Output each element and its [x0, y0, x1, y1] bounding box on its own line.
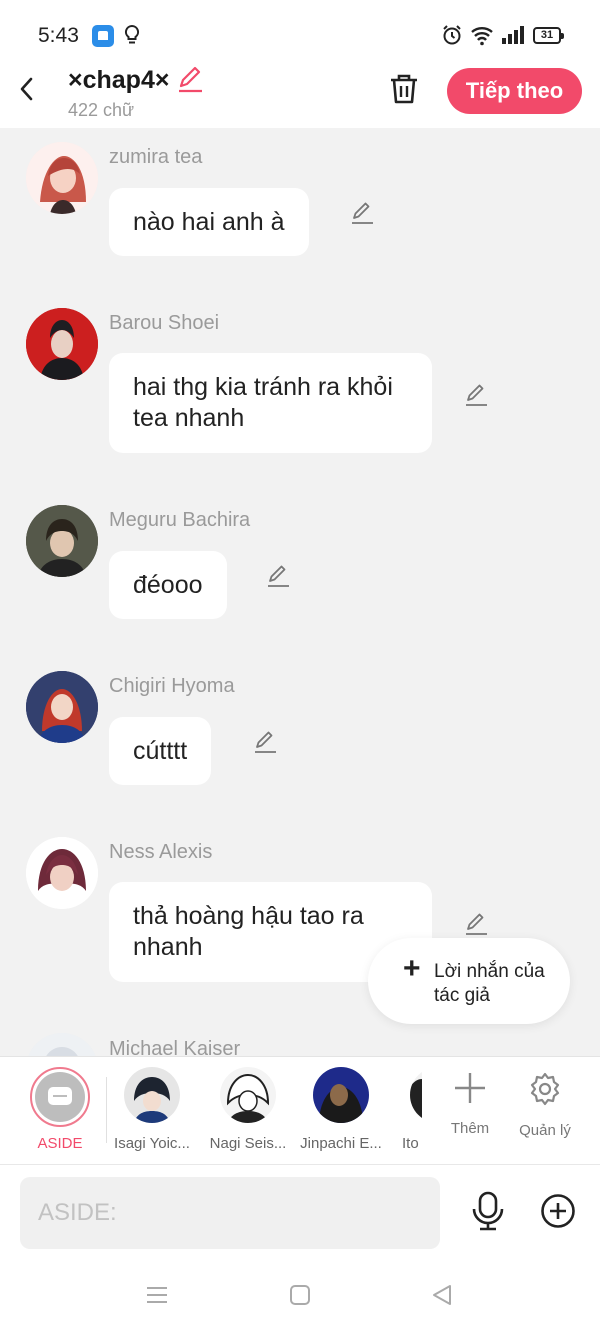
avatar[interactable] [26, 505, 98, 577]
back-icon[interactable] [16, 76, 38, 102]
more-label: Thêm [450, 1120, 490, 1137]
message-bubble[interactable]: nào hai anh à [109, 188, 309, 256]
character-item[interactable]: Ito [398, 1067, 422, 1152]
manage-label: Quản lý [519, 1122, 571, 1139]
word-count: 422 chữ [68, 100, 135, 120]
trash-icon[interactable] [388, 72, 420, 106]
character-name: Ito [402, 1135, 419, 1152]
character-aside[interactable]: ASIDE [28, 1067, 92, 1152]
message-bubble[interactable]: hai thg kia tránh ra khỏi tea nhanh [109, 353, 432, 453]
character-name: Nagi Seis... [209, 1135, 287, 1152]
character-avatar [410, 1067, 422, 1123]
sender-name: zumira tea [109, 146, 203, 168]
edit-message-icon[interactable] [349, 200, 375, 226]
plus-icon: + [403, 952, 421, 985]
wifi-icon [471, 27, 493, 46]
manage-button[interactable]: Quản lý [510, 1071, 580, 1139]
message-input[interactable] [20, 1177, 440, 1249]
status-time: 5:43 [38, 24, 79, 47]
sender-name: Chigiri Hyoma [109, 675, 235, 697]
edit-title-icon[interactable] [175, 64, 205, 94]
edit-message-icon[interactable] [265, 563, 291, 589]
avatar[interactable] [26, 1033, 98, 1056]
sender-name: Ness Alexis [109, 841, 213, 863]
avatar[interactable] [26, 308, 98, 380]
author-note-label: Lời nhắn của tác giả [434, 961, 545, 1006]
edit-message-icon[interactable] [463, 911, 489, 937]
plus-icon [455, 1073, 485, 1103]
sender-name: Meguru Bachira [109, 509, 251, 531]
signal-icon [502, 26, 524, 44]
character-item[interactable]: Jinpachi E... [298, 1067, 384, 1152]
navigation-bar [0, 1264, 600, 1333]
edit-message-icon[interactable] [463, 382, 489, 408]
message-bubble[interactable]: cútttt [109, 717, 212, 785]
avatar[interactable] [26, 142, 98, 214]
character-avatar [220, 1067, 276, 1123]
character-item[interactable]: Nagi Seis... [206, 1067, 290, 1152]
gear-icon [530, 1072, 560, 1106]
chat-bubble-icon [48, 1087, 72, 1105]
microphone-icon[interactable] [470, 1191, 506, 1231]
message-bubble[interactable]: đéooo [109, 551, 227, 619]
author-note-button[interactable]: + Lời nhắn của tác giả [368, 938, 570, 1024]
aside-avatar [30, 1067, 90, 1127]
sender-name: Barou Shoei [109, 312, 220, 334]
character-name: Isagi Yoic... [114, 1135, 190, 1152]
sender-name: Michael Kaiser [109, 1038, 241, 1056]
chapter-title[interactable]: ×chap4× [68, 66, 169, 95]
next-button[interactable]: Tiếp theo [447, 68, 582, 114]
back-nav-icon[interactable] [431, 1284, 453, 1306]
avatar[interactable] [26, 837, 98, 909]
home-icon[interactable] [289, 1284, 311, 1306]
lightbulb-icon [124, 24, 140, 44]
strip-divider [106, 1077, 107, 1143]
chat-area[interactable]: zumira tea nào hai anh à Barou Shoei hai… [0, 128, 600, 1056]
avatar[interactable] [26, 671, 98, 743]
battery-icon: 31 [533, 27, 564, 44]
character-avatar [313, 1067, 369, 1123]
input-bar [0, 1164, 600, 1264]
edit-message-icon[interactable] [252, 729, 278, 755]
character-avatar [124, 1067, 180, 1123]
menu-icon[interactable] [146, 1284, 168, 1306]
character-strip: ASIDE Isagi Yoic... Nagi Seis... Jinpach… [0, 1056, 600, 1164]
status-bar: 5:43 31 [0, 0, 600, 64]
app-notification-icon [92, 25, 114, 47]
alarm-icon [443, 25, 461, 45]
app-header: ×chap4× 422 chữ Tiếp theo [0, 64, 600, 128]
character-name: Jinpachi E... [300, 1135, 382, 1152]
more-button[interactable]: Thêm [435, 1071, 505, 1137]
character-item[interactable]: Isagi Yoic... [112, 1067, 192, 1152]
character-name: ASIDE [37, 1135, 83, 1152]
add-circle-icon[interactable] [540, 1193, 576, 1229]
